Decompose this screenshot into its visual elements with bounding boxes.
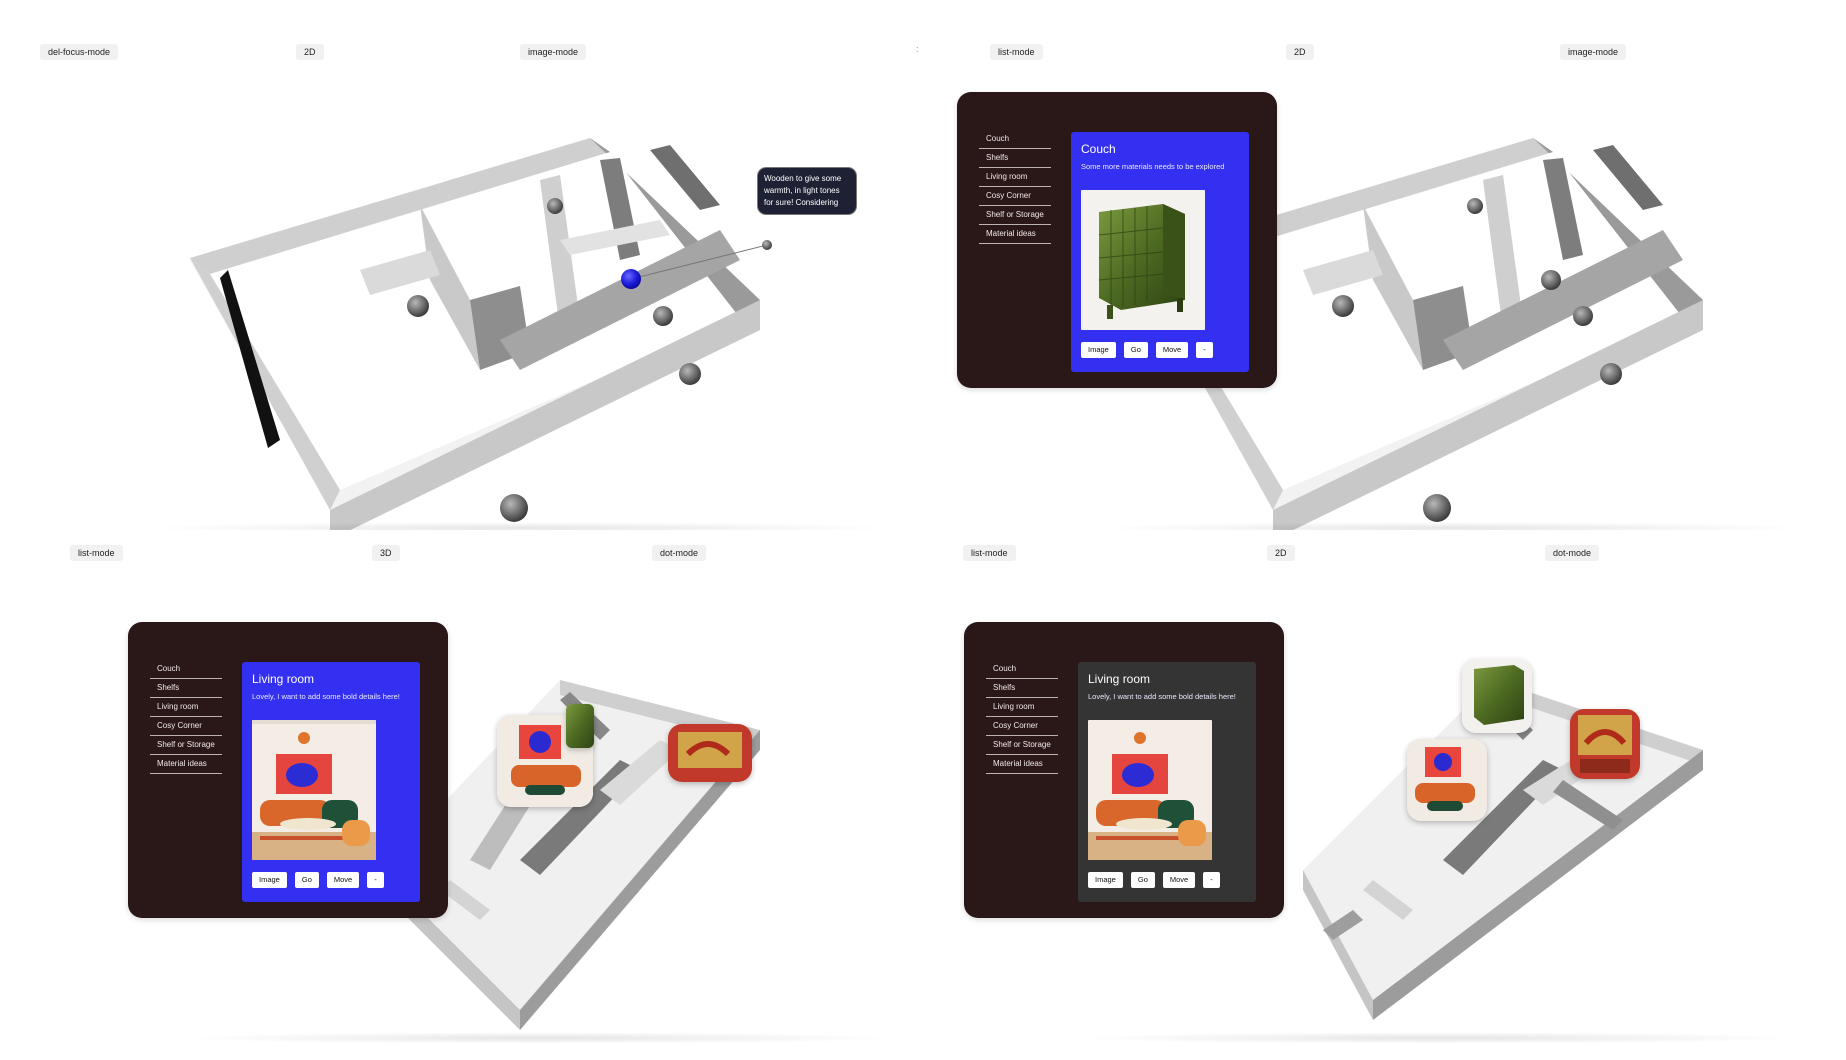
sidebar-item-cosy-corner[interactable]: Cosy Corner [986, 717, 1058, 736]
detail-card: Living room Lovely, I want to add some b… [1078, 662, 1256, 902]
move-button[interactable]: Move [326, 872, 360, 888]
sphere-marker-icon[interactable] [1423, 494, 1451, 522]
view-list-2d-dot: list-mode 2D dot-mode Couch Shelfs Livin… [923, 530, 1846, 1060]
card-actions: Image Go Move - [252, 872, 384, 888]
ground-shadow [180, 1032, 900, 1044]
more-button[interactable]: - [1203, 872, 1220, 888]
cosy-corner-thumbnail[interactable] [1570, 709, 1640, 779]
sidebar-item-shelf-or-storage[interactable]: Shelf or Storage [979, 206, 1051, 225]
cabinet-image [1081, 190, 1205, 330]
card-title: Living room [252, 672, 315, 686]
card-subtitle: Lovely, I want to add some bold details … [252, 692, 400, 701]
sidebar-item-shelfs[interactable]: Shelfs [150, 679, 222, 698]
sidebar-item-couch[interactable]: Couch [150, 660, 222, 679]
card-subtitle: Lovely, I want to add some bold details … [1088, 692, 1236, 701]
sphere-marker-icon[interactable] [762, 240, 772, 250]
sidebar-item-living-room[interactable]: Living room [150, 698, 222, 717]
sphere-marker-icon[interactable] [1573, 306, 1593, 326]
living-room-image [1088, 720, 1212, 860]
cosy-corner-thumbnail[interactable] [668, 724, 752, 782]
sphere-marker-icon[interactable] [1600, 363, 1622, 385]
sidebar-item-shelfs[interactable]: Shelfs [979, 149, 1051, 168]
living-room-image [252, 720, 376, 860]
sidebar-item-living-room[interactable]: Living room [986, 698, 1058, 717]
sidebar-item-cosy-corner[interactable]: Cosy Corner [979, 187, 1051, 206]
card-actions: Image Go Move - [1081, 342, 1213, 358]
sidebar-list: Couch Shelfs Living room Cosy Corner She… [986, 660, 1058, 774]
go-button[interactable]: Go [294, 872, 319, 888]
selected-sphere-icon[interactable] [621, 269, 641, 289]
image-button[interactable]: Image [1081, 342, 1116, 358]
list-panel: Couch Shelfs Living room Cosy Corner She… [128, 622, 448, 918]
floorplan-3d-model[interactable] [0, 0, 923, 530]
more-button[interactable]: - [1196, 342, 1213, 358]
sidebar-item-shelf-or-storage[interactable]: Shelf or Storage [150, 736, 222, 755]
image-button[interactable]: Image [1088, 872, 1123, 888]
sidebar-item-couch[interactable]: Couch [986, 660, 1058, 679]
sphere-marker-icon[interactable] [679, 363, 701, 385]
go-button[interactable]: Go [1123, 342, 1148, 358]
sphere-marker-icon[interactable] [1467, 198, 1483, 214]
sidebar-item-shelf-or-storage[interactable]: Shelf or Storage [986, 736, 1058, 755]
card-subtitle: Some more materials needs to be explored [1081, 162, 1225, 171]
sphere-marker-icon[interactable] [1332, 295, 1354, 317]
annotation-tooltip: Wooden to give some warmth, in light ton… [757, 167, 857, 215]
view-list-2d-image: list-mode 2D image-mode Couch Shelfs Liv… [923, 0, 1846, 530]
list-panel: Couch Shelfs Living room Cosy Corner She… [957, 92, 1277, 388]
sphere-marker-icon[interactable] [547, 198, 563, 214]
sphere-marker-icon[interactable] [653, 306, 673, 326]
card-title: Living room [1088, 672, 1151, 686]
detail-card: Living room Lovely, I want to add some b… [242, 662, 420, 902]
ground-shadow [140, 522, 900, 530]
image-button[interactable]: Image [252, 872, 287, 888]
sidebar-item-cosy-corner[interactable]: Cosy Corner [150, 717, 222, 736]
sidebar-item-material-ideas[interactable]: Material ideas [150, 755, 222, 774]
card-title: Couch [1081, 142, 1116, 156]
list-panel: Couch Shelfs Living room Cosy Corner She… [964, 622, 1284, 918]
sidebar-item-material-ideas[interactable]: Material ideas [979, 225, 1051, 244]
sphere-marker-icon[interactable] [407, 295, 429, 317]
sidebar-list: Couch Shelfs Living room Cosy Corner She… [150, 660, 222, 774]
living-room-thumbnail[interactable] [1407, 739, 1487, 821]
ground-shadow [1073, 1032, 1803, 1044]
sidebar-item-material-ideas[interactable]: Material ideas [986, 755, 1058, 774]
sphere-marker-icon[interactable] [500, 494, 528, 522]
sidebar-item-living-room[interactable]: Living room [979, 168, 1051, 187]
card-actions: Image Go Move - [1088, 872, 1220, 888]
sidebar-item-couch[interactable]: Couch [979, 130, 1051, 149]
ground-shadow [1093, 522, 1813, 530]
sidebar-list: Couch Shelfs Living room Cosy Corner She… [979, 130, 1051, 244]
more-button[interactable]: - [367, 872, 384, 888]
cabinet-thumbnail[interactable] [1462, 659, 1532, 733]
sphere-marker-icon[interactable] [1541, 270, 1561, 290]
move-button[interactable]: Move [1162, 872, 1196, 888]
sidebar-item-shelfs[interactable]: Shelfs [986, 679, 1058, 698]
cabinet-thumbnail[interactable] [566, 704, 594, 748]
move-button[interactable]: Move [1155, 342, 1189, 358]
detail-card: Couch Some more materials needs to be ex… [1071, 132, 1249, 372]
view-list-3d-dot: list-mode 3D dot-mode Couch Shelfs Livin… [0, 530, 923, 1060]
go-button[interactable]: Go [1130, 872, 1155, 888]
view-model-focus-2d: del-focus-mode 2D image-mode : Wooden to… [0, 0, 923, 530]
